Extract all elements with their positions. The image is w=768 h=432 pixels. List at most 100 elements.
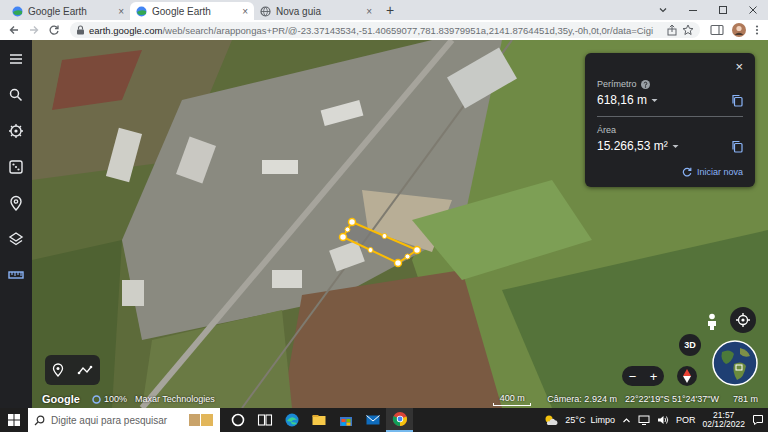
zoom-in-button[interactable]: + bbox=[650, 369, 658, 384]
avatar-icon[interactable] bbox=[732, 23, 746, 37]
map-tools bbox=[45, 355, 100, 385]
taskbar-app[interactable] bbox=[224, 408, 251, 432]
menu-icon[interactable] bbox=[6, 49, 26, 69]
map-footer: Google100%Maxar Technologies400 mCâmera:… bbox=[32, 390, 768, 408]
perimeter-label: Perímetro bbox=[597, 79, 637, 89]
tab-close-button[interactable]: × bbox=[118, 6, 124, 17]
taskbar-app[interactable] bbox=[278, 408, 305, 432]
restart-icon[interactable] bbox=[682, 167, 692, 177]
area-label: Área bbox=[597, 125, 616, 135]
help-icon[interactable] bbox=[641, 80, 650, 89]
browser-tab[interactable]: Nova guia× bbox=[254, 2, 378, 20]
system-tray: 25°C Limpo POR 21:5702/12/2022 bbox=[544, 411, 768, 430]
stream-percent: 100% bbox=[104, 394, 127, 404]
windows-logo-icon[interactable] bbox=[0, 414, 28, 426]
lock-icon[interactable] bbox=[76, 25, 85, 35]
star-icon[interactable] bbox=[682, 24, 694, 36]
chrome-icon bbox=[392, 411, 408, 427]
area-unit-select[interactable]: 15.266,53 m² bbox=[597, 139, 679, 153]
globe-icon bbox=[260, 6, 271, 17]
area-value: 15.266,53 m² bbox=[597, 139, 668, 153]
taskbar-app[interactable] bbox=[305, 408, 332, 432]
url-host[interactable]: earth.google.com bbox=[89, 25, 162, 36]
clock-time[interactable]: 21:57 bbox=[713, 411, 734, 420]
zoom-out-button[interactable]: − bbox=[629, 369, 637, 384]
volume-icon[interactable] bbox=[657, 415, 669, 425]
chevron-down-icon[interactable] bbox=[648, 5, 678, 15]
weather-icon[interactable] bbox=[544, 414, 558, 426]
temperature[interactable]: 25°C bbox=[565, 415, 585, 425]
caret-down-icon[interactable] bbox=[651, 98, 658, 103]
notification-icon[interactable] bbox=[752, 414, 764, 426]
taskbar-app[interactable] bbox=[386, 408, 413, 432]
search-highlight-icon[interactable] bbox=[188, 412, 214, 428]
copy-icon[interactable] bbox=[731, 94, 743, 107]
my-location-button[interactable] bbox=[730, 307, 756, 333]
tab-bar: Google Earth×Google Earth×Nova guia×+ bbox=[0, 0, 768, 20]
edge-icon bbox=[284, 412, 300, 428]
path-icon[interactable] bbox=[77, 364, 93, 376]
perimeter-unit-select[interactable]: 618,16 m bbox=[597, 93, 658, 107]
caret-down-icon[interactable] bbox=[672, 144, 679, 149]
browser-tab[interactable]: Google Earth× bbox=[130, 2, 254, 20]
scale-bar: 400 m bbox=[493, 393, 531, 406]
browser-tab[interactable]: Google Earth× bbox=[6, 2, 130, 20]
voyager-icon[interactable] bbox=[6, 121, 26, 141]
taskbar-app[interactable] bbox=[359, 408, 386, 432]
search-placeholder[interactable]: Digite aqui para pesquisar bbox=[51, 415, 182, 426]
new-measure-label[interactable]: Iniciar nova bbox=[697, 167, 743, 177]
search-icon[interactable] bbox=[6, 85, 26, 105]
ruler-icon[interactable] bbox=[6, 265, 26, 285]
tab-close-button[interactable]: × bbox=[366, 6, 372, 17]
layers-icon[interactable] bbox=[6, 229, 26, 249]
taskbar-app[interactable] bbox=[251, 408, 278, 432]
dice-icon[interactable] bbox=[6, 157, 26, 177]
back-arrow-icon[interactable] bbox=[6, 24, 22, 36]
side-panel-icon[interactable] bbox=[710, 24, 724, 36]
more-menu-icon[interactable] bbox=[754, 24, 760, 36]
close-button[interactable]: × bbox=[735, 59, 743, 74]
ground-altitude: 781 m bbox=[733, 394, 758, 404]
close-window-icon[interactable] bbox=[738, 5, 768, 15]
3d-toggle-button[interactable]: 3D bbox=[679, 334, 701, 356]
taskview-icon bbox=[257, 412, 273, 428]
side-rail bbox=[0, 40, 32, 408]
url-path[interactable]: /web/search/arappongas+PR/@-23.37143534,… bbox=[162, 25, 653, 36]
pin-icon[interactable] bbox=[6, 193, 26, 213]
address-bar: earth.google.com/web/search/arappongas+P… bbox=[0, 20, 768, 40]
map-canvas[interactable]: × Perímetro 618,16 m Área 15.266,53 m² Inicia… bbox=[32, 40, 768, 408]
network-icon[interactable] bbox=[638, 415, 650, 425]
maximize-icon[interactable] bbox=[708, 5, 738, 15]
3d-label[interactable]: 3D bbox=[684, 340, 696, 350]
globe-icon[interactable] bbox=[712, 340, 758, 386]
url-text[interactable]: earth.google.com/web/search/arappongas+P… bbox=[89, 25, 653, 36]
compass-button[interactable] bbox=[677, 366, 697, 386]
tab-close-button[interactable]: × bbox=[242, 6, 248, 17]
weather-widget[interactable]: 25°C Limpo bbox=[565, 415, 615, 425]
taskbar-search[interactable]: Digite aqui para pesquisar bbox=[28, 408, 220, 432]
copy-icon[interactable] bbox=[731, 140, 743, 153]
pegman-icon[interactable] bbox=[705, 313, 719, 331]
taskbar: Digite aqui para pesquisar 25°C Limpo POR 21… bbox=[0, 408, 768, 432]
new-tab-button[interactable]: + bbox=[378, 2, 402, 18]
weather-condition[interactable]: Limpo bbox=[590, 415, 615, 425]
place-pin-icon[interactable] bbox=[52, 363, 64, 377]
input-language[interactable]: POR bbox=[676, 415, 696, 425]
search-icon bbox=[34, 415, 45, 426]
taskbar-app[interactable] bbox=[332, 408, 359, 432]
google-earth-view: × Perímetro 618,16 m Área 15.266,53 m² Inicia… bbox=[0, 40, 768, 408]
google-earth-icon bbox=[12, 6, 23, 17]
minimize-icon[interactable] bbox=[678, 5, 708, 15]
clock[interactable]: 21:5702/12/2022 bbox=[702, 411, 745, 430]
scale-label: 400 m bbox=[500, 393, 525, 403]
reload-icon[interactable] bbox=[46, 24, 62, 36]
clock-date[interactable]: 02/12/2022 bbox=[702, 420, 745, 429]
new-measure-button[interactable]: Iniciar nova bbox=[597, 167, 743, 177]
imagery-credit[interactable]: Maxar Technologies bbox=[135, 394, 215, 404]
forward-arrow-icon[interactable] bbox=[26, 24, 42, 36]
target-icon bbox=[736, 313, 750, 327]
tray-chevron-icon[interactable] bbox=[622, 416, 631, 425]
google-earth-icon bbox=[136, 6, 147, 17]
share-icon[interactable] bbox=[666, 24, 678, 36]
url-field[interactable]: earth.google.com/web/search/arappongas+P… bbox=[70, 22, 700, 38]
